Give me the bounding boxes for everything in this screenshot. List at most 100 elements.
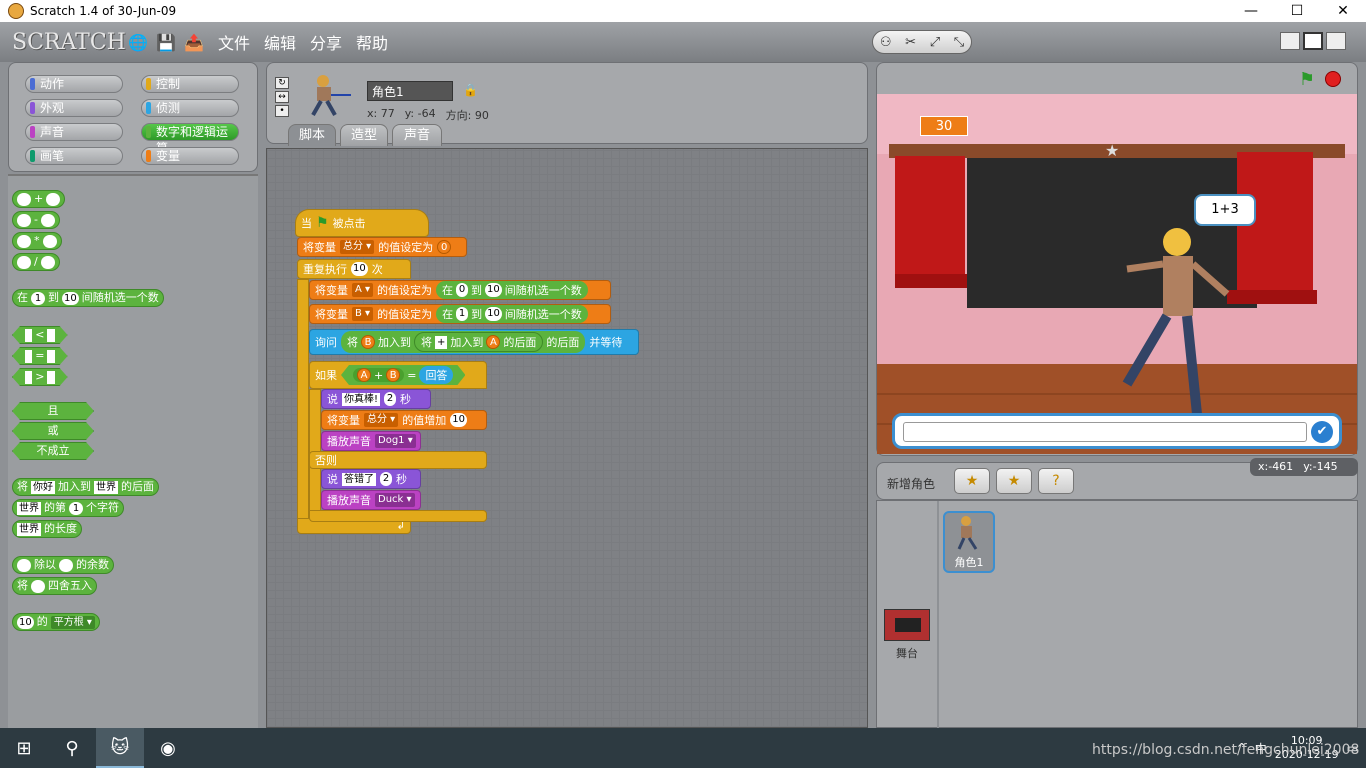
if-else-block[interactable]: 如果 A + B = 回答	[309, 361, 487, 389]
menu-edit[interactable]: 编辑	[264, 30, 296, 54]
say-correct-block[interactable]: 说 你真棒! 2 秒	[321, 389, 431, 409]
category-pen[interactable]: 画笔	[25, 147, 123, 165]
equals-block[interactable]: =	[12, 347, 68, 365]
play-sound-duck-block[interactable]: 播放声音 Duck ▾	[321, 490, 421, 510]
tab-costumes[interactable]: 造型	[340, 124, 388, 146]
not-block[interactable]: 不成立	[12, 442, 94, 460]
category-variables[interactable]: 变量	[141, 147, 239, 165]
category-motion[interactable]: 动作	[25, 75, 123, 93]
slot[interactable]: 世界	[94, 480, 118, 494]
menu-help[interactable]: 帮助	[356, 30, 388, 54]
slot[interactable]: 10	[17, 615, 34, 629]
letter-of-block[interactable]: 世界 的第 1 个字符	[12, 499, 124, 517]
seconds-slot[interactable]: 2	[384, 392, 397, 406]
slot[interactable]	[25, 350, 32, 363]
maximize-button[interactable]: ☐	[1274, 0, 1320, 22]
round-block[interactable]: 将 四舍五入	[12, 577, 97, 595]
flip-icon[interactable]: ↔	[275, 91, 289, 103]
change-total-block[interactable]: 将变量 总分 ▾ 的值增加 10	[321, 410, 487, 430]
rotate-icon[interactable]: ↻	[275, 77, 289, 89]
share-icon[interactable]: 📤	[184, 32, 204, 52]
variable-reporter[interactable]: A	[357, 368, 371, 382]
category-sound[interactable]: 声音	[25, 123, 123, 141]
windows-start-icon[interactable]: ⊞	[0, 728, 48, 768]
slot[interactable]: 10	[62, 291, 79, 305]
set-total-block[interactable]: 将变量 总分 ▾ 的值设定为 0	[297, 237, 467, 257]
delete-tool-icon[interactable]: ✂	[905, 35, 916, 50]
variable-dropdown[interactable]: B ▾	[352, 307, 374, 321]
stage[interactable]: ★	[877, 94, 1357, 454]
slot[interactable]	[59, 558, 73, 572]
surprise-sprite-button[interactable]: ?	[1038, 468, 1074, 494]
no-rotate-icon[interactable]: •	[275, 105, 289, 117]
answer-reporter[interactable]: 回答	[419, 366, 453, 384]
sprite-name-field[interactable]: 角色1	[367, 81, 453, 101]
add-block[interactable]: +	[12, 190, 66, 208]
slot[interactable]	[17, 213, 31, 227]
when-flag-clicked-block[interactable]: 当 ⚑ 被点击	[295, 209, 429, 237]
seconds-slot[interactable]: 2	[380, 472, 392, 486]
minimize-button[interactable]: —	[1228, 0, 1274, 22]
stop-sign-button[interactable]	[1325, 71, 1341, 87]
text-slot[interactable]: 你真棒!	[342, 392, 381, 406]
repeat-count[interactable]: 10	[351, 262, 368, 276]
shrink-tool-icon[interactable]: ⤡	[954, 35, 964, 50]
say-wrong-block[interactable]: 说 答错了 2 秒	[321, 469, 421, 489]
slot[interactable]: 10	[485, 307, 502, 321]
lock-icon[interactable]: 🔒	[463, 83, 478, 97]
slot[interactable]	[17, 558, 31, 572]
search-icon[interactable]: ⚲	[48, 728, 96, 768]
slot[interactable]	[47, 329, 54, 342]
set-a-block[interactable]: 将变量 A ▾ 的值设定为 在 0 到 10 间随机选一个数	[309, 280, 611, 300]
category-operators[interactable]: 数字和逻辑运算	[141, 123, 239, 155]
slot[interactable]: 1	[31, 291, 45, 305]
random-reporter[interactable]: 在 1 到 10 间随机选一个数	[436, 305, 588, 323]
grow-tool-icon[interactable]: ⤢	[930, 35, 940, 50]
tab-sounds[interactable]: 声音	[392, 124, 442, 146]
slot[interactable]: 0	[456, 283, 469, 297]
paint-new-sprite-button[interactable]: ★	[954, 468, 990, 494]
slot[interactable]: 你好	[31, 480, 55, 494]
slot[interactable]: 世界	[17, 522, 41, 536]
variable-reporter[interactable]: B	[386, 368, 400, 382]
script-area[interactable]: 当 ⚑ 被点击 将变量 总分 ▾ 的值设定为 0 重复执行 10 次 ↲ 将变量…	[266, 148, 868, 728]
choose-sprite-from-file-button[interactable]: ★	[996, 468, 1032, 494]
slot[interactable]	[25, 329, 32, 342]
value-slot[interactable]: 0	[437, 240, 452, 254]
function-dropdown[interactable]: 平方根 ▾	[50, 615, 95, 629]
join-reporter[interactable]: 将 B 加入到 将 + 加入到 A 的后面 的后面	[341, 331, 586, 353]
slot[interactable]: 1	[456, 307, 469, 321]
slot[interactable]	[46, 192, 61, 206]
category-sensing[interactable]: 侦测	[141, 99, 239, 117]
stage-thumbnail[interactable]: 舞台	[883, 609, 931, 661]
chrome-icon[interactable]: ◉	[144, 728, 192, 768]
text-slot[interactable]: 答错了	[342, 472, 376, 486]
presentation-mode-button[interactable]	[1326, 32, 1346, 50]
random-block[interactable]: 在 1 到 10 间随机选一个数	[12, 289, 164, 307]
slot[interactable]: +	[435, 335, 448, 349]
slot[interactable]	[47, 371, 54, 384]
category-looks[interactable]: 外观	[25, 99, 123, 117]
slot[interactable]	[25, 371, 32, 384]
join-block[interactable]: 将你好 加入到 世界 的后面	[12, 478, 159, 496]
variable-dropdown[interactable]: 总分 ▾	[364, 413, 399, 427]
random-reporter[interactable]: 在 0 到 10 间随机选一个数	[436, 281, 588, 299]
menu-file[interactable]: 文件	[218, 30, 250, 54]
duplicate-tool-icon[interactable]: ⚇	[880, 35, 892, 50]
join-reporter[interactable]: 将 + 加入到 A 的后面	[414, 332, 544, 352]
sound-dropdown[interactable]: Dog1 ▾	[375, 434, 416, 448]
mod-block[interactable]: 除以 的余数	[12, 556, 114, 574]
multiply-block[interactable]: *	[12, 232, 62, 250]
small-stage-button[interactable]	[1280, 32, 1300, 50]
slot[interactable]	[47, 350, 54, 363]
slot[interactable]	[17, 255, 31, 269]
set-b-block[interactable]: 将变量 B ▾ 的值设定为 在 1 到 10 间随机选一个数	[309, 304, 611, 324]
save-icon[interactable]: 💾	[156, 32, 176, 52]
slot[interactable]	[42, 234, 57, 248]
slot[interactable]	[40, 213, 55, 227]
checkmark-icon[interactable]: ✔	[1311, 421, 1333, 443]
answer-input[interactable]	[903, 422, 1307, 442]
variable-dropdown[interactable]: A ▾	[352, 283, 374, 297]
menu-share[interactable]: 分享	[310, 30, 342, 54]
ask-and-wait-block[interactable]: 询问 将 B 加入到 将 + 加入到 A 的后面 的后面 并等待	[309, 329, 639, 355]
